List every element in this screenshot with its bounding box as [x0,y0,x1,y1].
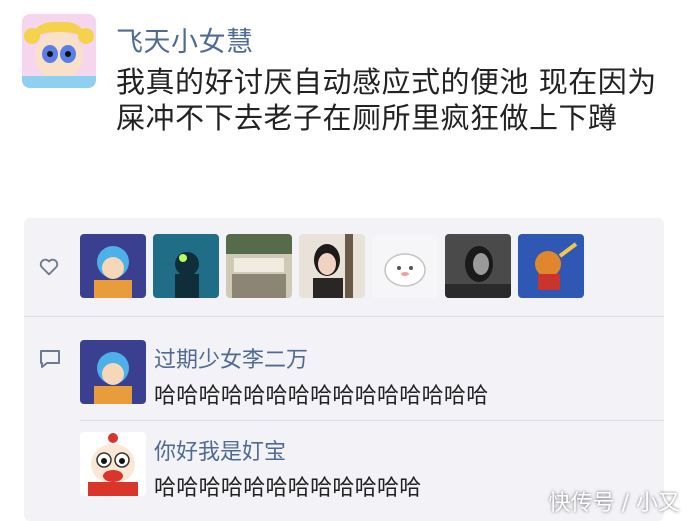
commenter-avatar-1[interactable] [80,340,146,404]
post-text: 我真的好讨厌自动感应式的便池 现在因为屎冲不下去老子在厕所里疯狂做上下蹲 [116,65,657,135]
liker-avatar-2[interactable] [153,234,219,298]
liker-avatar-list [80,234,584,298]
post-author-name[interactable]: 飞天小女慧 [116,20,254,59]
heart-icon[interactable] [38,256,60,278]
liker-avatar-1[interactable] [80,234,146,298]
comment-divider [80,420,664,421]
liker-avatar-4[interactable] [299,234,365,298]
comment-text-2: 哈哈哈哈哈哈哈哈哈哈哈哈 [154,476,422,501]
commenter-name-2[interactable]: 你好我是奵宝 [154,434,286,466]
liker-avatar-7[interactable] [518,234,584,298]
liker-avatar-3[interactable] [226,234,292,298]
comment-icon[interactable] [38,348,62,370]
author-avatar[interactable] [22,14,96,88]
panel-divider [24,316,664,317]
comment-text-1: 哈哈哈哈哈哈哈哈哈哈哈哈哈哈哈 [154,384,489,409]
commenter-name-1[interactable]: 过期少女李二万 [154,342,308,374]
liker-avatar-5[interactable] [372,234,438,298]
watermark: 快传号 / 小又 [548,491,680,516]
commenter-avatar-2[interactable] [80,432,146,496]
liker-avatar-6[interactable] [445,234,511,298]
